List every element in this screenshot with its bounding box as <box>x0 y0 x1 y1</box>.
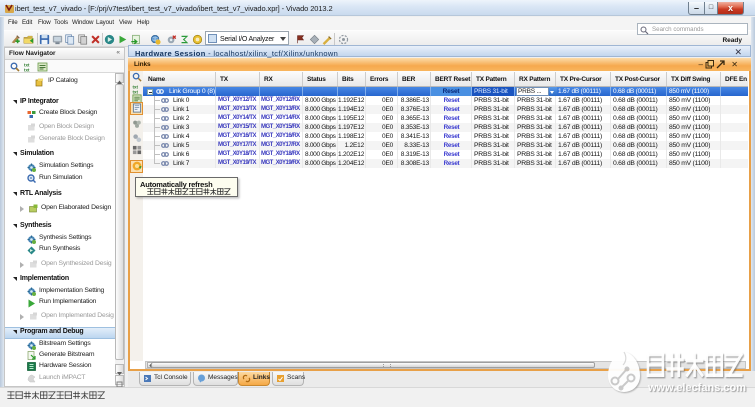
svg-text:txt: txt <box>24 68 30 73</box>
